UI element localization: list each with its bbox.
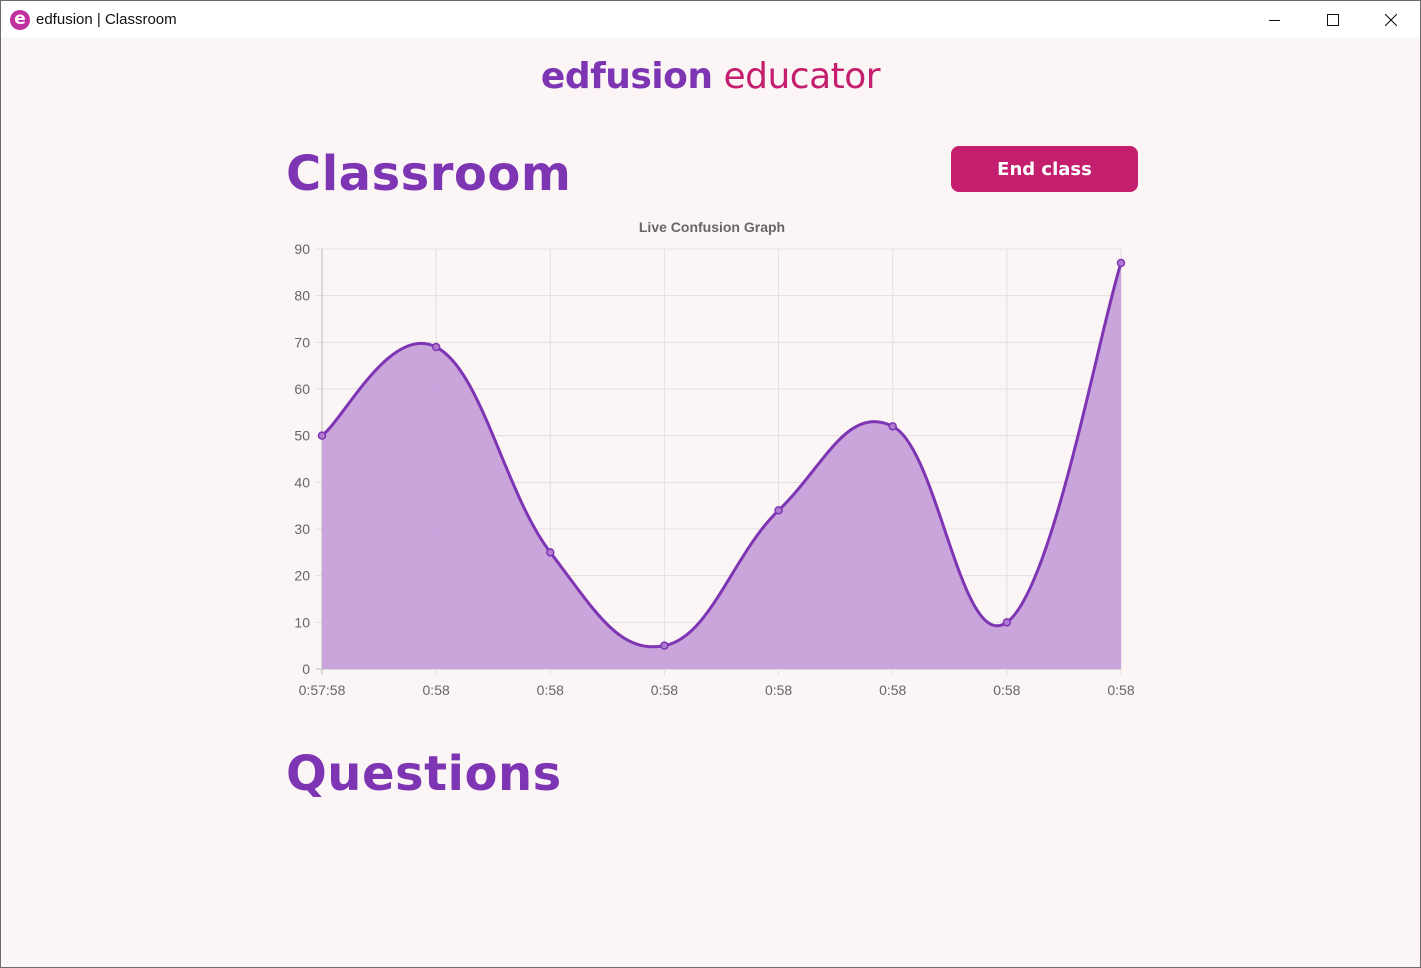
data-point bbox=[1002, 618, 1012, 627]
x-tick-label: 0:58 bbox=[993, 682, 1020, 698]
y-tick-label: 20 bbox=[294, 568, 310, 584]
edfusion-logo-icon: e bbox=[10, 10, 30, 30]
close-button[interactable] bbox=[1362, 1, 1420, 38]
data-point bbox=[888, 422, 897, 431]
x-tick-label: 0:57:58 bbox=[299, 682, 346, 698]
y-tick-label: 30 bbox=[294, 521, 310, 537]
title-bar[interactable]: e edfusion | Classroom bbox=[1, 1, 1420, 38]
confusion-area bbox=[322, 263, 1121, 669]
questions-heading: Questions bbox=[286, 746, 562, 802]
close-icon bbox=[1385, 13, 1397, 26]
x-tick-label: 0:58 bbox=[537, 682, 564, 698]
x-tick-label: 0:58 bbox=[423, 682, 450, 698]
app-window: e edfusion | Classroom edfusion educator… bbox=[0, 0, 1421, 968]
brand-primary: edfusion bbox=[540, 56, 713, 97]
maximize-button[interactable] bbox=[1304, 1, 1362, 38]
end-class-button[interactable]: End class bbox=[951, 146, 1138, 192]
x-tick-label: 0:58 bbox=[765, 682, 792, 698]
data-point bbox=[431, 342, 441, 352]
data-point bbox=[774, 506, 783, 515]
y-tick-label: 10 bbox=[294, 614, 310, 630]
minimize-button[interactable] bbox=[1246, 1, 1304, 38]
data-point bbox=[546, 548, 555, 557]
y-tick-label: 80 bbox=[294, 288, 310, 304]
y-tick-label: 0 bbox=[302, 661, 310, 677]
confusion-chart: Live Confusion Graph 0 10 20 30 40 50 60 70 80 90… bbox=[286, 211, 1146, 711]
y-tick-label: 50 bbox=[294, 428, 310, 444]
data-point bbox=[1116, 258, 1126, 268]
brand-secondary: educator bbox=[723, 56, 881, 97]
data-point bbox=[660, 641, 669, 650]
y-tick-label: 60 bbox=[294, 381, 310, 397]
x-tick-label: 0:58 bbox=[879, 682, 906, 698]
classroom-heading: Classroom bbox=[286, 146, 572, 202]
y-tick-label: 90 bbox=[294, 241, 310, 257]
window-title: edfusion | Classroom bbox=[36, 11, 177, 28]
x-tick-label: 0:58 bbox=[651, 682, 678, 698]
minimize-icon bbox=[1269, 19, 1280, 21]
app-header: edfusion educator bbox=[1, 56, 1420, 97]
chart-canvas: 0 10 20 30 40 50 60 70 80 90 0:57:58 0:58 0:58 0:58 0:… bbox=[294, 241, 1134, 698]
y-tick-label: 70 bbox=[294, 334, 310, 350]
x-tick-label: 0:58 bbox=[1107, 682, 1134, 698]
y-tick-label: 40 bbox=[294, 474, 310, 490]
data-point bbox=[317, 431, 327, 440]
maximize-icon bbox=[1327, 13, 1339, 26]
